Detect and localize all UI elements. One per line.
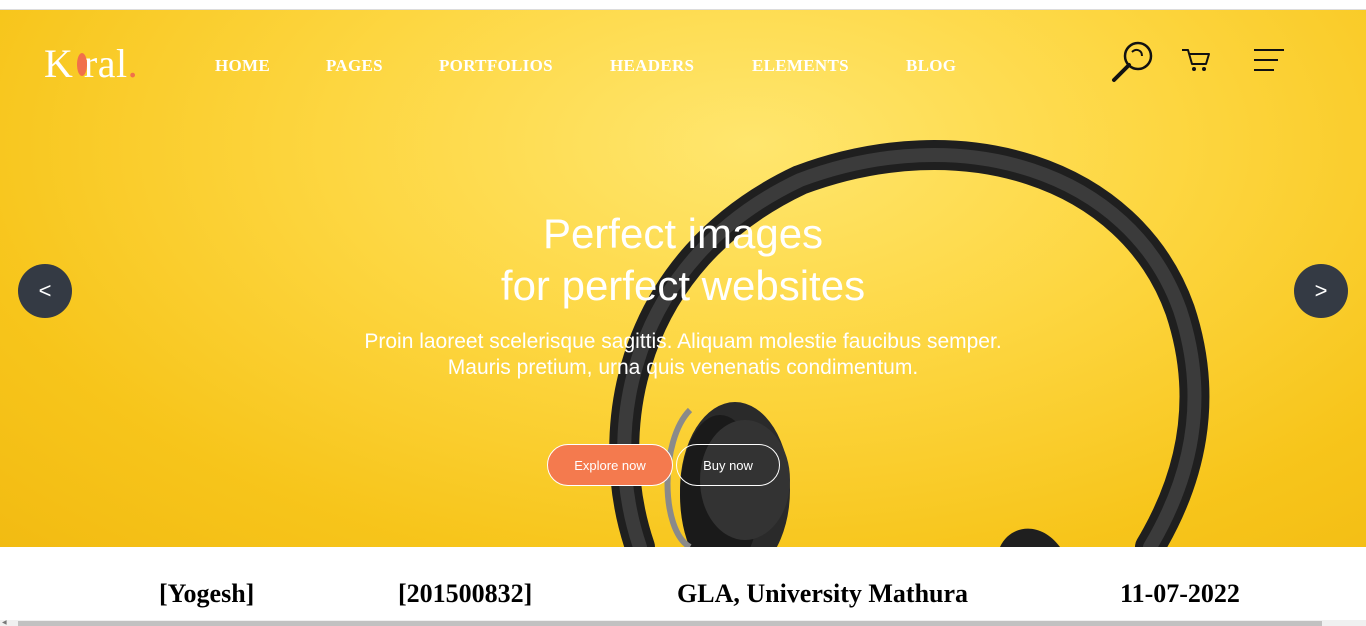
- logo-mark: [77, 53, 87, 76]
- footer-date: 11-07-2022: [1120, 579, 1240, 608]
- student-roll-number: [201500832]: [398, 579, 533, 608]
- search-icon[interactable]: [1108, 38, 1156, 86]
- nav-portfolios[interactable]: PORTFOLIOS: [439, 56, 553, 76]
- hero-subtitle: Proin laoreet scelerisque sagittis. Aliq…: [364, 330, 1002, 379]
- horizontal-scrollbar[interactable]: ◀: [0, 620, 1366, 626]
- cart-icon[interactable]: [1180, 46, 1212, 74]
- student-name: [Yogesh]: [159, 579, 255, 608]
- hero-title: Perfect images for perfect websites: [500, 210, 866, 309]
- brand-logo[interactable]: K ral.: [44, 42, 138, 86]
- nav-elements[interactable]: ELEMENTS: [752, 56, 849, 76]
- menu-icon[interactable]: [1252, 48, 1286, 74]
- explore-now-button[interactable]: Explore now: [547, 444, 673, 486]
- browser-top-strip: [0, 0, 1366, 10]
- scrollbar-thumb[interactable]: [18, 621, 1322, 626]
- university-name: GLA, University Mathura: [677, 579, 969, 608]
- scroll-left-icon[interactable]: ◀: [2, 620, 12, 626]
- buy-now-button[interactable]: Buy now: [676, 444, 780, 486]
- nav-headers[interactable]: HEADERS: [610, 56, 694, 76]
- nav-pages[interactable]: PAGES: [326, 56, 383, 76]
- nav-home[interactable]: HOME: [215, 56, 270, 76]
- hero-slider: K ral. HOME PAGES PORTFOLIOS HEADERS ELE…: [0, 10, 1366, 547]
- nav-blog[interactable]: BLOG: [906, 56, 956, 76]
